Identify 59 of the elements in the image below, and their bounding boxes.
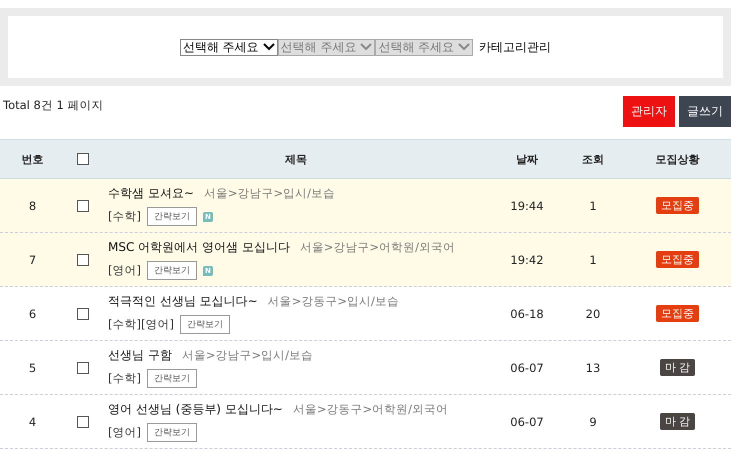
column-header: 조회 [582, 152, 604, 166]
write-button[interactable]: 글쓰기 [679, 96, 731, 127]
chevron-down-icon [458, 43, 470, 51]
view-count: 20 [586, 306, 600, 320]
post-number: 6 [28, 306, 36, 320]
post-number: 4 [28, 414, 36, 428]
status-badge: 마 감 [660, 359, 696, 376]
view-count: 1 [589, 198, 597, 212]
row-checkbox[interactable] [76, 308, 88, 320]
post-region: 서울>강동구>어학원/외국어 [292, 402, 448, 417]
category-select[interactable]: 선택해 주세요 [180, 38, 278, 56]
row-checkbox[interactable] [76, 362, 88, 374]
preview-button[interactable]: 간략보기 [180, 315, 230, 334]
view-count: 9 [589, 414, 597, 428]
row-checkbox[interactable] [76, 254, 88, 266]
post-region: 서울>강남구>입시/보습 [182, 348, 313, 363]
post-title[interactable]: 수학샘 모셔요~ [108, 185, 194, 202]
preview-button[interactable]: 간략보기 [146, 261, 197, 280]
subject-tags: [수학] [108, 209, 141, 224]
subject-tags: [영어] [108, 263, 141, 278]
admin-button[interactable]: 관리자 [623, 96, 675, 127]
chevron-down-icon [262, 43, 275, 51]
post-number: 5 [28, 360, 36, 374]
preview-button[interactable]: 간략보기 [146, 423, 197, 442]
view-count: 1 [589, 252, 597, 266]
post-date: 19:44 [510, 198, 544, 212]
view-count: 13 [586, 360, 600, 374]
column-header: 날짜 [516, 152, 538, 166]
status-badge: 모집중 [656, 251, 699, 268]
subject-tags: [수학][영어] [108, 317, 174, 332]
status-badge: 마 감 [660, 413, 696, 430]
post-region: 서울>강남구>어학원/외국어 [300, 240, 455, 255]
post-title[interactable]: 영어 선생님 (중등부) 모십니다~ [108, 401, 283, 418]
column-header: 모집상황 [656, 152, 700, 166]
post-number: 8 [28, 198, 36, 212]
post-title[interactable]: 선생님 구함 [108, 347, 172, 364]
preview-button[interactable]: 간략보기 [146, 369, 197, 388]
post-number: 7 [28, 252, 36, 266]
post-date: 06-18 [510, 306, 544, 320]
chevron-down-icon [360, 43, 372, 51]
post-region: 서울>강동구>입시/보습 [268, 294, 399, 309]
subject-tags: [영어] [108, 425, 141, 440]
post-date: 06-07 [510, 360, 544, 374]
row-checkbox[interactable] [76, 416, 88, 428]
post-date: 19:42 [510, 252, 544, 266]
post-date: 06-07 [510, 414, 544, 428]
status-badge: 모집중 [656, 197, 699, 214]
total-summary: Total 8건 1 페이지 [3, 98, 104, 113]
select-all-checkbox[interactable] [76, 153, 88, 165]
column-header: 번호 [22, 152, 44, 166]
post-region: 서울>강남구>입시/보습 [204, 186, 336, 201]
post-title[interactable]: 적극적인 선생님 모십니다~ [108, 293, 258, 310]
row-checkbox[interactable] [76, 200, 88, 212]
column-header: 제목 [285, 152, 307, 166]
post-title[interactable]: MSC 어학원에서 영어샘 모십니다 [108, 239, 290, 256]
subject-tags: [수학] [108, 371, 141, 386]
status-badge: 모집중 [656, 305, 699, 322]
preview-button[interactable]: 간략보기 [146, 207, 197, 226]
category-manage-link[interactable]: 카테고리관리 [479, 38, 552, 56]
